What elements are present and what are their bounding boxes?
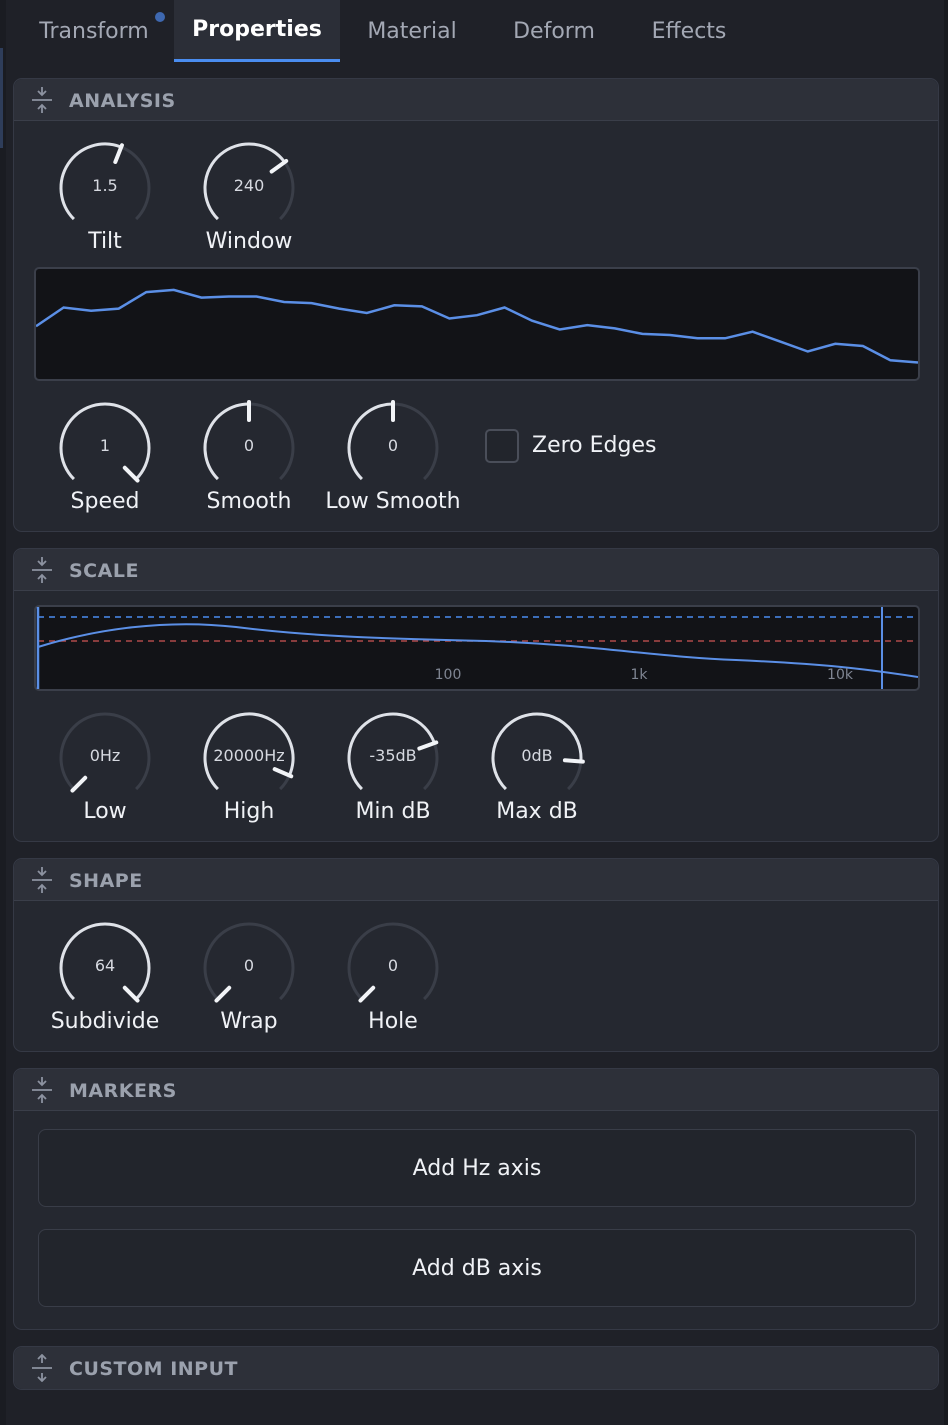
knob-value: 0: [387, 436, 399, 455]
knob-pointer: [272, 767, 294, 779]
knob-value: 0Hz: [89, 746, 121, 765]
knob-label: Tilt: [88, 229, 122, 254]
tab-deform[interactable]: Deform: [484, 0, 624, 62]
section-title: SHAPE: [69, 870, 143, 892]
custom-input-section: CUSTOM INPUT: [13, 1346, 939, 1390]
spectrum-preview: [34, 267, 920, 381]
section-title: CUSTOM INPUT: [69, 1358, 238, 1380]
knob-label: Low: [83, 799, 127, 824]
left-edge: [0, 0, 6, 1425]
custom-input-header[interactable]: CUSTOM INPUT: [14, 1347, 938, 1389]
knob-pointer: [269, 158, 289, 174]
knob-pointer: [358, 985, 376, 1003]
properties-panel: Transform Properties Material Deform Eff…: [0, 0, 948, 1425]
axis-tick-label: 10k: [827, 667, 854, 683]
scale-section: SCALE 100 1k 10k 0Hz Low 20000Hz High -3…: [13, 548, 939, 842]
low-smooth-knob[interactable]: 0 Low Smooth: [325, 399, 461, 519]
knob-label: Hole: [368, 1009, 418, 1034]
analysis-header[interactable]: ANALYSIS: [14, 79, 938, 121]
knob-value: 20000Hz: [213, 746, 285, 765]
knob-pointer: [70, 775, 88, 793]
knob-label: High: [223, 799, 275, 824]
zero-edges-label[interactable]: Zero Edges: [532, 433, 656, 458]
high-knob[interactable]: 20000Hz High: [194, 709, 304, 829]
smooth-knob[interactable]: 0 Smooth: [194, 399, 304, 519]
tab-label: Material: [367, 18, 457, 44]
knob-value: 0: [243, 436, 255, 455]
collapse-icon[interactable]: [30, 556, 54, 584]
section-title: SCALE: [69, 560, 139, 582]
collapse-icon[interactable]: [30, 86, 54, 114]
shape-section: SHAPE 64 Subdivide 0 Wrap 0 Hole: [13, 858, 939, 1052]
shape-header[interactable]: SHAPE: [14, 859, 938, 901]
scrollbar-track[interactable]: [944, 0, 948, 1425]
knob-value: 0: [387, 956, 399, 975]
min-db-knob[interactable]: -35dB Min dB: [338, 709, 448, 829]
tab-material[interactable]: Material: [340, 0, 484, 62]
knob-label: Max dB: [496, 799, 578, 824]
axis-tick-label: 100: [435, 667, 462, 683]
markers-section: MARKERS Add Hz axis Add dB axis: [13, 1068, 939, 1330]
tab-transform[interactable]: Transform: [14, 0, 174, 62]
left-accent: [0, 48, 3, 148]
add-db-axis-button[interactable]: Add dB axis: [38, 1229, 916, 1307]
knob-value: 240: [233, 176, 265, 195]
knob-label: Speed: [70, 489, 140, 514]
tilt-knob[interactable]: 1.5 Tilt: [50, 139, 160, 259]
knob-label: Low Smooth: [325, 489, 461, 514]
knob-label: Wrap: [220, 1009, 278, 1034]
markers-header[interactable]: MARKERS: [14, 1069, 938, 1111]
scale-graph: 100 1k 10k: [36, 607, 919, 689]
tab-effects[interactable]: Effects: [624, 0, 754, 62]
tab-label: Deform: [513, 18, 595, 44]
tab-label: Transform: [39, 18, 149, 44]
window-knob[interactable]: 240 Window: [194, 139, 304, 259]
axis-tick-label: 1k: [630, 667, 648, 683]
max-db-knob[interactable]: 0dB Max dB: [482, 709, 592, 829]
knob-pointer: [113, 143, 124, 164]
section-title: ANALYSIS: [69, 90, 176, 112]
scale-header[interactable]: SCALE: [14, 549, 938, 591]
knob-pointer: [214, 985, 232, 1003]
low-knob[interactable]: 0Hz Low: [50, 709, 160, 829]
collapse-icon[interactable]: [30, 1076, 54, 1104]
expand-icon[interactable]: [30, 1354, 54, 1382]
knob-value: 1: [99, 436, 111, 455]
knob-value: 64: [94, 956, 116, 975]
tab-bar: Transform Properties Material Deform Eff…: [6, 0, 944, 62]
tab-label: Properties: [192, 17, 322, 42]
knob-value: -35dB: [369, 746, 417, 765]
collapse-icon[interactable]: [30, 866, 54, 894]
hole-knob[interactable]: 0 Hole: [338, 919, 448, 1039]
knob-value: 1.5: [92, 176, 118, 195]
knob-label: Window: [205, 229, 293, 254]
scale-preview: 100 1k 10k: [34, 605, 920, 691]
speed-knob[interactable]: 1 Speed: [50, 399, 160, 519]
subdivide-knob[interactable]: 64 Subdivide: [50, 919, 160, 1039]
knob-pointer: [122, 465, 140, 483]
spectrum-line: [35, 288, 919, 364]
scale-curve: [37, 623, 919, 678]
modified-dot-icon: [155, 12, 165, 22]
analysis-section: ANALYSIS 1.5 Tilt 240 Window 1 Speed 0 S…: [13, 78, 939, 532]
tab-properties[interactable]: Properties: [174, 0, 340, 62]
knob-value: 0: [243, 956, 255, 975]
tab-label: Effects: [651, 18, 727, 44]
knob-label: Smooth: [206, 489, 292, 514]
add-hz-axis-button[interactable]: Add Hz axis: [38, 1129, 916, 1207]
wrap-knob[interactable]: 0 Wrap: [194, 919, 304, 1039]
zero-edges-checkbox[interactable]: [485, 429, 519, 463]
knob-label: Min dB: [355, 799, 431, 824]
knob-label: Subdivide: [50, 1009, 160, 1034]
knob-pointer: [122, 985, 140, 1003]
knob-value: 0dB: [521, 746, 553, 765]
section-title: MARKERS: [69, 1080, 177, 1102]
spectrum-graph: [35, 288, 919, 364]
